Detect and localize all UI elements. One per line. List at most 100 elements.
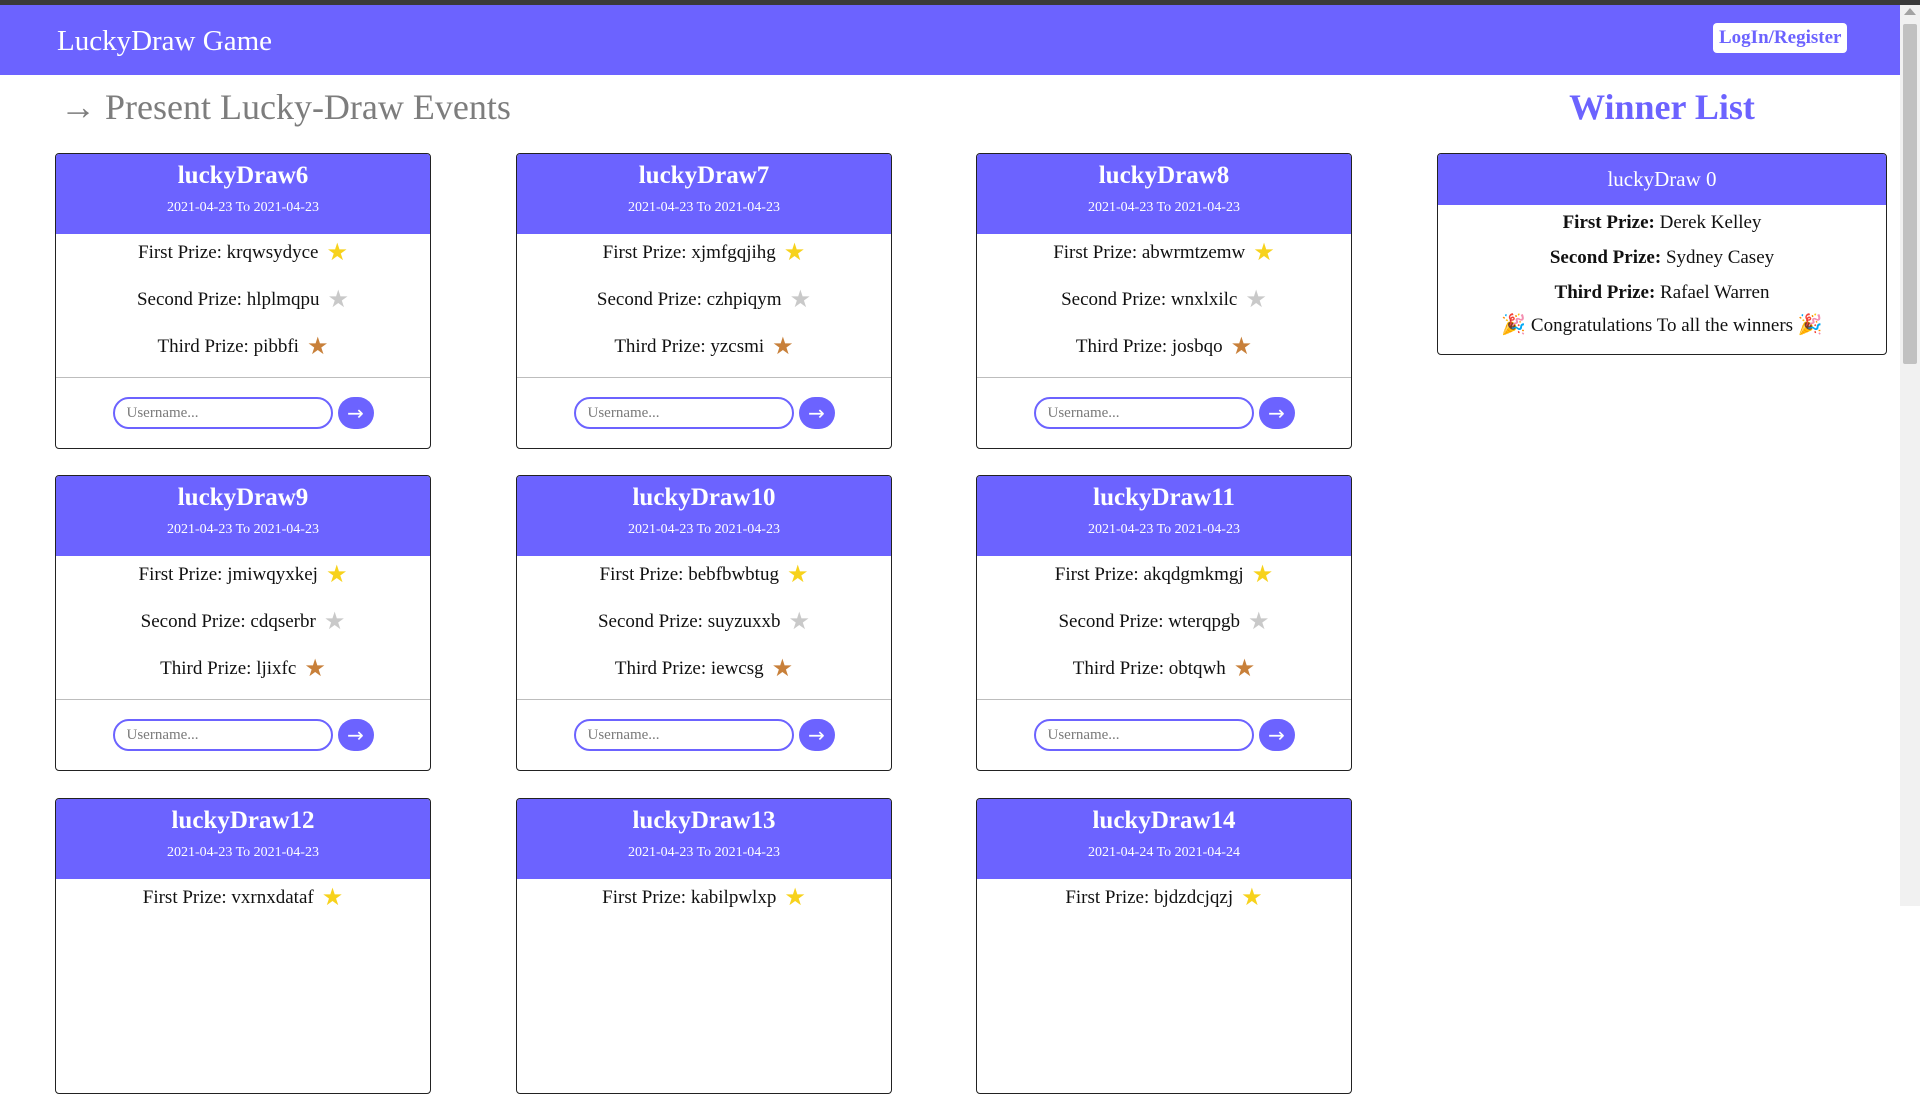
- prize-label: First Prize:: [138, 564, 223, 585]
- prize-label: Third Prize:: [614, 658, 707, 679]
- party-popper-icon: 🎉: [1501, 312, 1527, 336]
- prize-label: Third Prize:: [160, 658, 252, 679]
- silver-star-icon: ★: [788, 609, 811, 635]
- winner-event-title: luckyDraw 0: [1438, 154, 1886, 205]
- prize-label: First Prize:: [602, 242, 687, 263]
- winner-name: Rafael Warren: [1660, 282, 1770, 303]
- silver-star-icon: ★: [1245, 287, 1267, 313]
- scrollbar-thumb[interactable]: [1903, 24, 1917, 364]
- event-card: luckyDraw9 2021-04-23 To 2021-04-23 Firs…: [55, 475, 431, 771]
- first-prize: First Prize: akqdgmkmgj ★: [977, 560, 1351, 607]
- submit-arrow-button[interactable]: →: [337, 719, 374, 751]
- first-prize: First Prize: bebfbwbtug ★: [517, 560, 891, 607]
- prize-label: Second Prize:: [596, 289, 702, 310]
- event-dates: 2021-04-23 To 2021-04-23: [628, 200, 780, 215]
- event-card: luckyDraw10 2021-04-23 To 2021-04-23 Fir…: [516, 475, 892, 771]
- event-card: luckyDraw11 2021-04-23 To 2021-04-23 Fir…: [976, 475, 1352, 771]
- prize-value: josbqo: [1171, 336, 1223, 357]
- party-popper-icon: 🎉: [1797, 312, 1823, 336]
- first-prize: First Prize: xjmfgqjihg ★: [517, 238, 891, 285]
- third-prize: Third Prize: pibbfi ★: [56, 332, 430, 379]
- event-title: luckyDraw6: [177, 162, 309, 189]
- prize-value: xjmfgqjihg: [691, 242, 776, 263]
- third-prize: Third Prize: josbqo ★: [977, 332, 1351, 379]
- bronze-star-icon: ★: [1230, 334, 1253, 360]
- prize-value: hlplmqpu: [246, 289, 320, 310]
- username-input[interactable]: [112, 719, 333, 751]
- event-card-header: luckyDraw13 2021-04-23 To 2021-04-23: [517, 799, 891, 879]
- prize-value: yzcsmi: [710, 336, 765, 357]
- prize-list: First Prize: jmiwqyxkej ★ Second Prize: c…: [56, 556, 430, 699]
- bronze-star-icon: ★: [1233, 656, 1256, 682]
- first-prize: First Prize: abwrmtzemw ★: [977, 238, 1351, 285]
- prize-value: czhpiqym: [706, 289, 782, 310]
- third-prize: Third Prize: ljixfc ★: [56, 654, 430, 701]
- username-input[interactable]: [573, 397, 794, 429]
- event-dates: 2021-04-23 To 2021-04-23: [1088, 200, 1240, 215]
- silver-star-icon: ★: [327, 287, 350, 313]
- username-input[interactable]: [112, 397, 333, 429]
- event-card: luckyDraw12 2021-04-23 To 2021-04-23 Fir…: [55, 798, 431, 1094]
- event-card-header: luckyDraw10 2021-04-23 To 2021-04-23: [517, 476, 891, 556]
- prize-value: wterqpgb: [1168, 611, 1240, 632]
- third-prize: Third Prize: obtqwh ★: [977, 654, 1351, 701]
- submit-arrow-button[interactable]: →: [798, 397, 835, 429]
- second-prize: Second Prize: czhpiqym ★: [517, 285, 891, 332]
- winner-first-prize: First Prize: Derek Kelley: [1438, 205, 1886, 240]
- winner-second-prize: Second Prize: Sydney Casey: [1438, 240, 1886, 275]
- submit-arrow-button[interactable]: →: [798, 719, 835, 751]
- scroll-up-arrow-icon[interactable]: [1904, 8, 1916, 15]
- submit-arrow-button[interactable]: →: [337, 397, 374, 429]
- prize-list: First Prize: abwrmtzemw ★ Second Prize: w…: [977, 234, 1351, 377]
- event-card-header: luckyDraw7 2021-04-23 To 2021-04-23: [517, 154, 891, 234]
- submit-arrow-button[interactable]: →: [1258, 719, 1295, 751]
- winner-third-prize: Third Prize: Rafael Warren: [1438, 275, 1886, 310]
- submit-arrow-button[interactable]: →: [1258, 397, 1295, 429]
- brand-logo[interactable]: LuckyDraw Game: [57, 25, 272, 58]
- event-card-header: luckyDraw8 2021-04-23 To 2021-04-23: [977, 154, 1351, 234]
- prize-label: Third Prize:: [1075, 336, 1168, 357]
- prize-value: ljixfc: [256, 658, 297, 679]
- event-card-header: luckyDraw9 2021-04-23 To 2021-04-23: [56, 476, 430, 556]
- event-dates: 2021-04-23 To 2021-04-23: [628, 522, 780, 537]
- prize-value: suyzuxxb: [707, 611, 781, 632]
- prize-list: First Prize: bebfbwbtug ★ Second Prize: s…: [517, 556, 891, 699]
- prize-list: First Prize: krqwsydyce ★ Second Prize: h…: [56, 234, 430, 377]
- prize-list: First Prize: kabilpwlxp ★: [517, 879, 891, 1022]
- event-title: luckyDraw14: [1092, 807, 1236, 834]
- gold-star-icon: ★: [1253, 240, 1275, 266]
- participate-form: →: [977, 377, 1351, 448]
- congrats-text: Congratulations To all the winners: [1530, 315, 1794, 336]
- prize-label: Second Prize:: [136, 289, 242, 310]
- username-input[interactable]: [1033, 397, 1254, 429]
- prize-list: First Prize: akqdgmkmgj ★ Second Prize: w…: [977, 556, 1351, 699]
- prize-value: obtqwh: [1168, 658, 1226, 679]
- first-prize: First Prize: kabilpwlxp ★: [517, 883, 891, 930]
- second-prize: Second Prize: cdqserbr ★: [56, 607, 430, 654]
- prize-label: Second Prize:: [140, 611, 246, 632]
- prize-label: Third Prize:: [157, 336, 249, 357]
- gold-star-icon: ★: [325, 562, 348, 588]
- event-title: luckyDraw10: [632, 484, 776, 511]
- event-card-header: luckyDraw11 2021-04-23 To 2021-04-23: [977, 476, 1351, 556]
- username-input[interactable]: [1033, 719, 1254, 751]
- second-prize: Second Prize: suyzuxxb ★: [517, 607, 891, 654]
- prize-label: Second Prize:: [1061, 289, 1167, 310]
- username-input[interactable]: [573, 719, 794, 751]
- login-register-button[interactable]: LogIn/Register: [1713, 23, 1848, 53]
- prize-value: bebfbwbtug: [688, 564, 779, 585]
- third-prize: Third Prize: yzcsmi ★: [517, 332, 891, 379]
- participate-form: →: [977, 699, 1351, 770]
- first-prize: First Prize: vxrnxdataf ★: [56, 883, 430, 930]
- winner-card: luckyDraw 0 First Prize: Derek Kelley Se…: [1437, 153, 1887, 355]
- prize-label: First Prize:: [1053, 242, 1138, 263]
- event-dates: 2021-04-23 To 2021-04-23: [167, 845, 319, 860]
- event-title: luckyDraw9: [177, 484, 309, 511]
- prize-label: Second Prize:: [597, 611, 703, 632]
- navbar: LuckyDraw Game LogIn/Register: [0, 5, 1900, 75]
- prize-label: First Prize:: [138, 242, 222, 263]
- event-card-header: luckyDraw6 2021-04-23 To 2021-04-23: [56, 154, 430, 234]
- event-title: luckyDraw7: [638, 162, 770, 189]
- event-card-header: luckyDraw12 2021-04-23 To 2021-04-23: [56, 799, 430, 879]
- event-dates: 2021-04-23 To 2021-04-23: [167, 200, 319, 215]
